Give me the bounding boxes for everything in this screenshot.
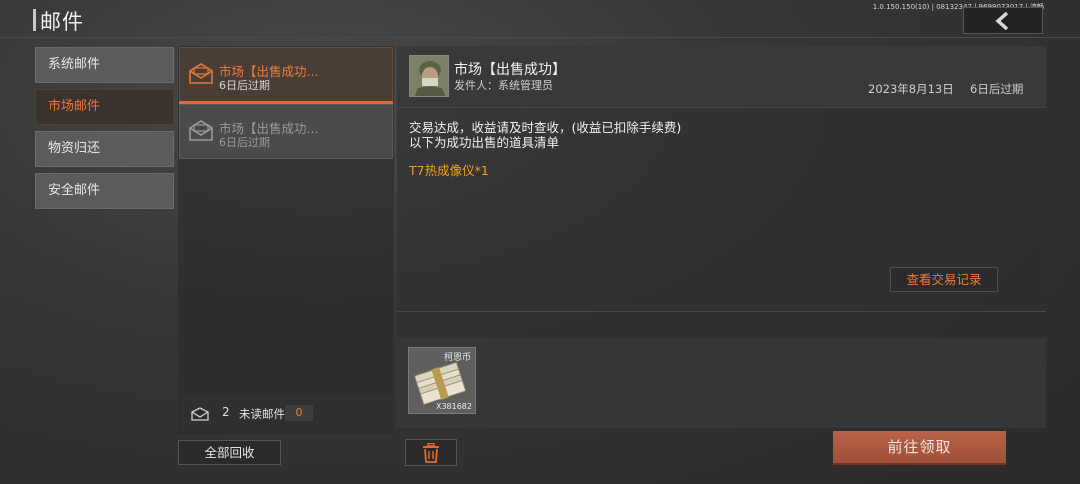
attachment-panel (397, 338, 1046, 428)
mail-list-item[interactable]: 市场【出售成功... 6日后过期 (179, 104, 393, 159)
view-transaction-records-button[interactable]: 查看交易记录 (890, 267, 998, 292)
category-label: 安全邮件 (48, 183, 101, 198)
unread-count: 2 (222, 405, 230, 419)
collect-all-button[interactable]: 全部回收 (178, 440, 281, 465)
mail-subject: 市场【出售成功】 (454, 62, 566, 78)
category-label: 系统邮件 (48, 57, 101, 72)
back-button[interactable] (963, 7, 1043, 34)
category-supply-return[interactable]: 物资归还 (35, 131, 174, 167)
sold-item: T7热成像仪*1 (409, 163, 489, 178)
attachment-name: 柯恩币 (443, 353, 471, 363)
unread-badge: 0 (285, 405, 313, 421)
unread-summary: 2 未读邮件 0 (179, 395, 393, 432)
mail-expiry: 6日后过期 (219, 79, 270, 92)
category-market-mail[interactable]: 市场邮件 (35, 89, 174, 125)
mail-date: 2023年8月13日 (868, 82, 954, 96)
divider (397, 311, 1046, 312)
envelope-open-icon (189, 120, 213, 141)
attachment-quantity: X381682 (435, 402, 472, 411)
mail-expiry-detail: 6日后过期 (970, 82, 1024, 96)
sender-avatar (409, 55, 449, 97)
go-claim-button[interactable]: 前往领取 (833, 431, 1006, 465)
mail-list-item[interactable]: 市场【出售成功... 6日后过期 (179, 47, 393, 104)
category-security-mail[interactable]: 安全邮件 (35, 173, 174, 209)
mail-body-line: 以下为成功出售的道具清单 (409, 135, 560, 150)
mail-sender: 发件人：系统管理员 (454, 79, 553, 92)
category-label: 物资归还 (48, 141, 101, 156)
envelope-open-icon (189, 63, 213, 84)
delete-button[interactable] (405, 439, 457, 466)
chevron-left-icon (995, 11, 1009, 30)
trash-icon (423, 442, 439, 463)
page-title: 邮件 (40, 10, 84, 34)
unread-label: 未读邮件 (239, 407, 285, 421)
title-bar: 邮件 1.0.150.150(10) | 08132347 | 96990730… (0, 0, 1080, 38)
attachment-item[interactable]: 柯恩币 X381682 (408, 347, 476, 414)
title-accent-bar (33, 9, 36, 31)
category-system-mail[interactable]: 系统邮件 (35, 47, 174, 83)
mail-expiry: 6日后过期 (219, 136, 270, 149)
category-label: 市场邮件 (48, 99, 101, 114)
envelope-icon (191, 407, 209, 421)
